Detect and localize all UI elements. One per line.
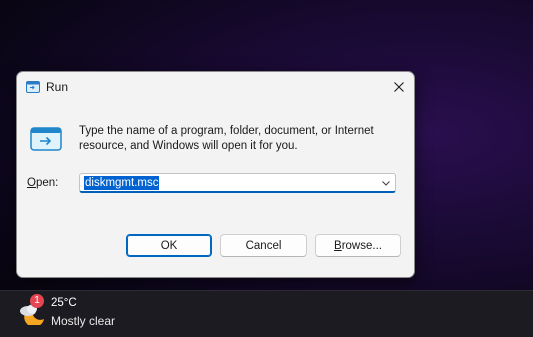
browse-button-label: rowse... — [341, 239, 382, 252]
ok-button[interactable]: OK — [126, 234, 212, 257]
weather-condition: Mostly clear — [51, 314, 116, 328]
open-label-text: pen: — [35, 177, 59, 189]
open-combobox[interactable]: diskmgmt.msc — [79, 173, 396, 193]
dialog-message: Type the name of a program, folder, docu… — [79, 125, 374, 152]
open-label: Open: — [27, 177, 58, 189]
browse-button-accelerator: B — [334, 239, 342, 252]
weather-notification-badge: 1 — [30, 294, 44, 308]
dialog-title: Run — [46, 80, 69, 94]
run-dialog: Run Type the name of a program, folder, … — [16, 71, 415, 278]
close-icon — [394, 82, 404, 92]
dialog-footer: OK Cancel Browse... — [17, 216, 414, 277]
title-bar[interactable]: Run — [17, 72, 414, 103]
dialog-body: Type the name of a program, folder, docu… — [17, 103, 414, 216]
close-button[interactable] — [384, 72, 414, 102]
ok-button-label: OK — [160, 239, 178, 252]
open-label-accelerator: O — [27, 177, 36, 189]
chevron-down-icon[interactable] — [381, 178, 391, 188]
run-program-icon — [30, 127, 62, 151]
cancel-button-label: Cancel — [245, 239, 282, 252]
run-icon — [26, 81, 40, 93]
cancel-button[interactable]: Cancel — [220, 234, 307, 257]
taskbar: 1 25°C Mostly clear — [0, 290, 533, 337]
weather-temperature: 25°C — [51, 297, 77, 309]
browse-button[interactable]: Browse... — [315, 234, 401, 257]
open-input-value[interactable]: diskmgmt.msc — [84, 176, 160, 190]
